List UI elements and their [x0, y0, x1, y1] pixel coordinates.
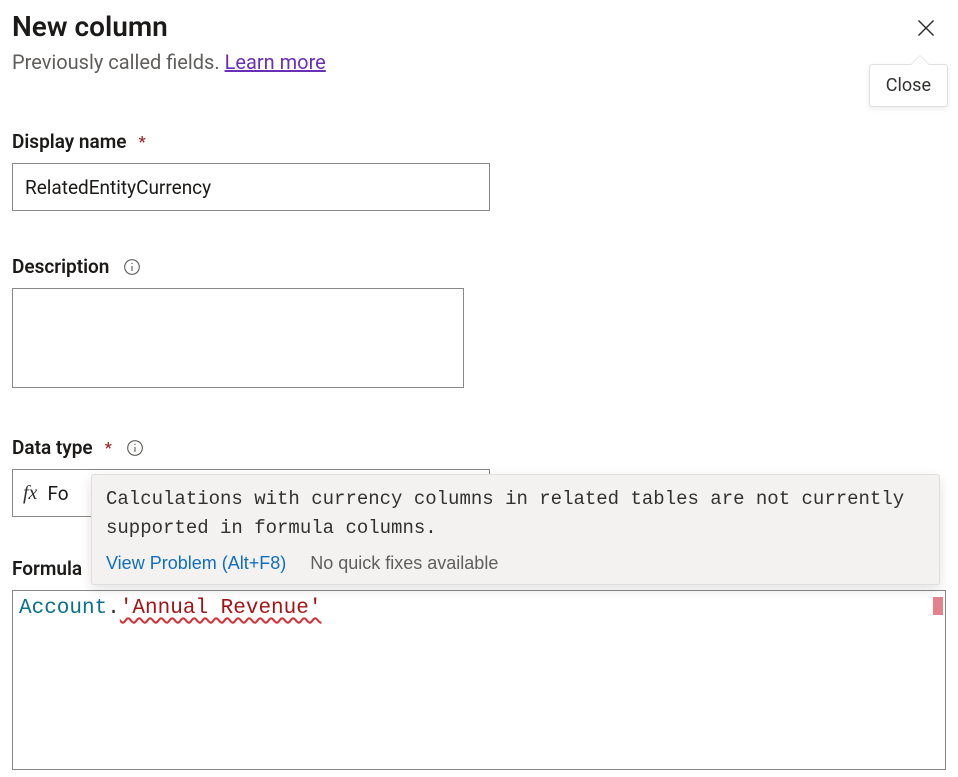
close-button[interactable]	[906, 10, 946, 50]
close-icon	[916, 18, 936, 42]
title-block: New column Previously called fields. Lea…	[12, 10, 326, 74]
formula-field: Formula Account.'Annual Revenue'	[12, 557, 946, 770]
view-problem-link[interactable]: View Problem (Alt+F8)	[106, 553, 286, 574]
token-dot: .	[107, 597, 120, 620]
learn-more-link[interactable]: Learn more	[225, 50, 326, 74]
minimap-error-marker	[933, 597, 943, 615]
close-tooltip-text: Close	[886, 75, 931, 96]
panel-title: New column	[12, 10, 326, 44]
error-popover: Calculations with currency columns in re…	[91, 474, 940, 585]
display-name-input[interactable]	[12, 163, 490, 211]
close-tooltip: Close	[869, 64, 948, 107]
error-actions-row: View Problem (Alt+F8) No quick fixes ava…	[92, 549, 939, 584]
formula-label: Formula	[12, 557, 82, 580]
required-marker: *	[138, 132, 145, 151]
display-name-label-row: Display name *	[12, 130, 946, 153]
error-message: Calculations with currency columns in re…	[92, 475, 939, 549]
data-type-label: Data type	[12, 436, 93, 459]
token-string-literal: 'Annual Revenue'	[120, 597, 322, 620]
info-icon[interactable]	[123, 258, 141, 276]
description-input[interactable]	[12, 288, 464, 388]
panel-subtitle: Previously called fields. Learn more	[12, 50, 326, 74]
description-field: Description	[12, 255, 946, 392]
subtitle-prefix: Previously called fields.	[12, 50, 225, 74]
description-label-row: Description	[12, 255, 946, 278]
formula-code-line: Account.'Annual Revenue'	[19, 597, 321, 620]
new-column-panel: New column Previously called fields. Lea…	[0, 0, 958, 770]
formula-editor[interactable]: Account.'Annual Revenue'	[12, 590, 946, 770]
display-name-label: Display name	[12, 130, 126, 153]
token-identifier: Account	[19, 597, 107, 620]
data-type-value: Fo	[47, 482, 68, 505]
info-icon[interactable]	[126, 439, 144, 457]
data-type-label-row: Data type *	[12, 436, 946, 459]
description-label: Description	[12, 255, 109, 278]
no-quick-fix-text: No quick fixes available	[310, 553, 498, 574]
panel-header: New column Previously called fields. Lea…	[12, 10, 946, 74]
fx-icon: fx	[23, 482, 37, 505]
display-name-field: Display name *	[12, 130, 946, 211]
required-marker: *	[105, 438, 112, 457]
